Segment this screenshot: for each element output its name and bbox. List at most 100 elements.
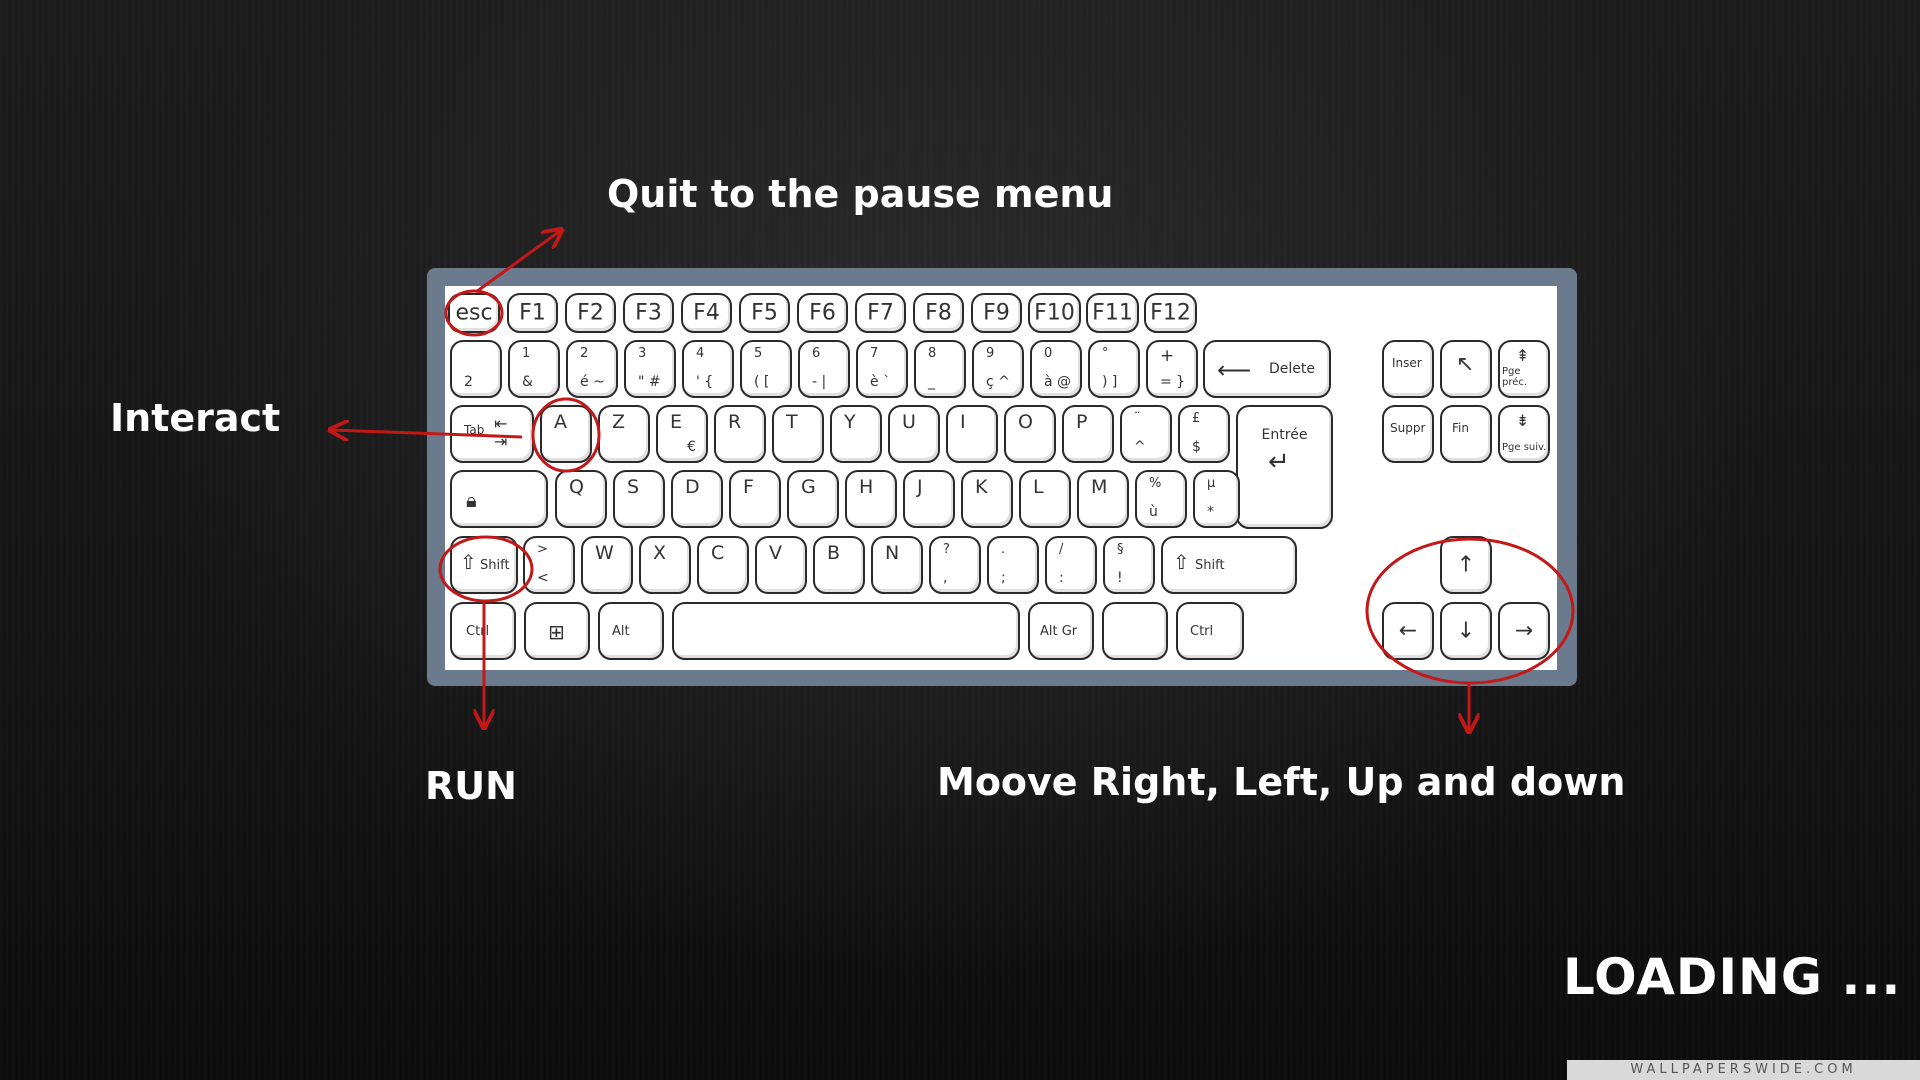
- key-suppr: Suppr: [1382, 405, 1434, 463]
- key-f6: F6: [797, 293, 848, 333]
- arrow-left-icon: ←: [1398, 618, 1418, 644]
- key-space: [672, 602, 1020, 660]
- key-f12: F12: [1144, 293, 1197, 333]
- key-angle: > <: [523, 536, 575, 594]
- shift-arrow-icon: ⇧: [1173, 550, 1190, 574]
- loading-status: LOADING ...: [1563, 948, 1902, 1006]
- key-x: X: [639, 536, 691, 594]
- key-b: B: [813, 536, 865, 594]
- arrow-up-icon: ↑: [1456, 552, 1476, 578]
- key-arrow-down: ↓: [1440, 602, 1492, 660]
- key-right-shift: ⇧ Shift: [1161, 536, 1297, 594]
- lock-icon: 🔒︎: [466, 488, 477, 512]
- key-d: D: [671, 470, 723, 528]
- key-f10: F10: [1028, 293, 1081, 333]
- key-3: 3 " #: [624, 340, 676, 398]
- watermark: WALLPAPERSWIDE.COM: [1567, 1060, 1920, 1080]
- arrow-down-icon: ↓: [1456, 618, 1476, 644]
- key-k: K: [961, 470, 1013, 528]
- key-f8: F8: [913, 293, 964, 333]
- key-f: F: [729, 470, 781, 528]
- key-arrow-up: ↑: [1440, 536, 1492, 594]
- key-esc: esc: [448, 293, 500, 333]
- key-percent: % ù: [1135, 470, 1187, 528]
- key-section: §!: [1103, 536, 1155, 594]
- key-arrow-left: ←: [1382, 602, 1434, 660]
- shift-arrow-icon: ⇧: [460, 550, 477, 574]
- arrow-right-icon: →: [1514, 618, 1534, 644]
- key-fin: Fin: [1440, 405, 1492, 463]
- key-p: P: [1062, 405, 1114, 463]
- key-r: R: [714, 405, 766, 463]
- key-0: 0à @: [1030, 340, 1082, 398]
- page-up-icon: ⇞: [1516, 346, 1530, 365]
- key-5: 5( [: [740, 340, 792, 398]
- key-tab: Tab ⇤ ⇥: [450, 405, 534, 463]
- key-q: Q: [555, 470, 607, 528]
- key-right-ctrl: Ctrl: [1176, 602, 1244, 660]
- key-m: M: [1077, 470, 1129, 528]
- home-arrow-icon: ↖: [1456, 352, 1475, 377]
- key-square: 2: [450, 340, 502, 398]
- key-g: G: [787, 470, 839, 528]
- key-z: Z: [598, 405, 650, 463]
- key-page-up: ⇞ Pge préc.: [1498, 340, 1550, 398]
- key-1: 1 &: [508, 340, 560, 398]
- key-mu: µ *: [1193, 470, 1240, 528]
- key-arrow-right: →: [1498, 602, 1550, 660]
- key-slash: /:: [1045, 536, 1097, 594]
- key-left-shift: ⇧ Shift: [450, 536, 518, 594]
- key-7: 7è `: [856, 340, 908, 398]
- enter-arrow-icon: ↵: [1268, 447, 1290, 477]
- key-9: 9ç ^: [972, 340, 1024, 398]
- move-annotation-label: Moove Right, Left, Up and down: [937, 760, 1626, 804]
- key-caps-lock: 🔒︎: [450, 470, 548, 528]
- key-home: ↖: [1440, 340, 1492, 398]
- key-l: L: [1019, 470, 1071, 528]
- quit-annotation-label: Quit to the pause menu: [607, 172, 1114, 216]
- key-f9: F9: [971, 293, 1022, 333]
- key-a: A: [540, 405, 592, 463]
- key-u: U: [888, 405, 940, 463]
- key-alt: Alt: [598, 602, 664, 660]
- key-left-ctrl: Ctrl: [450, 602, 516, 660]
- key-enter: Entrée ↵: [1236, 405, 1333, 529]
- page-down-icon: ⇟: [1516, 411, 1530, 430]
- key-inser: Inser: [1382, 340, 1434, 398]
- key-v: V: [755, 536, 807, 594]
- key-f5: F5: [739, 293, 790, 333]
- key-f3: F3: [623, 293, 674, 333]
- key-alt-gr: Alt Gr: [1028, 602, 1094, 660]
- key-period: .;: [987, 536, 1039, 594]
- key-windows: ⊞: [524, 602, 590, 660]
- key-f4: F4: [681, 293, 732, 333]
- key-e: E €: [656, 405, 708, 463]
- key-degree: °) ]: [1088, 340, 1140, 398]
- key-c: C: [697, 536, 749, 594]
- key-n: N: [871, 536, 923, 594]
- key-w: W: [581, 536, 633, 594]
- key-pound: £ $: [1178, 405, 1230, 463]
- key-t: T: [772, 405, 824, 463]
- key-2: 2é ~: [566, 340, 618, 398]
- key-4: 4 ' {: [682, 340, 734, 398]
- run-annotation-label: RUN: [425, 764, 517, 808]
- key-caret: ¨ ^: [1120, 405, 1172, 463]
- windows-logo-icon: ⊞: [548, 620, 565, 644]
- key-i: I: [946, 405, 998, 463]
- key-delete: ⟵ Delete: [1203, 340, 1331, 398]
- key-8: 8 _: [914, 340, 966, 398]
- key-s: S: [613, 470, 665, 528]
- key-menu: [1102, 602, 1168, 660]
- key-f11: F11: [1086, 293, 1139, 333]
- interact-annotation-label: Interact: [110, 396, 281, 440]
- key-page-down: ⇟ Pge suiv.: [1498, 405, 1550, 463]
- key-plus: + = }: [1146, 340, 1198, 398]
- key-j: J: [903, 470, 955, 528]
- key-f1: F1: [507, 293, 558, 333]
- tab-arrows-icon: ⇤ ⇥: [494, 414, 508, 451]
- key-y: Y: [830, 405, 882, 463]
- key-o: O: [1004, 405, 1056, 463]
- key-question: ?,: [929, 536, 981, 594]
- key-6: 6- |: [798, 340, 850, 398]
